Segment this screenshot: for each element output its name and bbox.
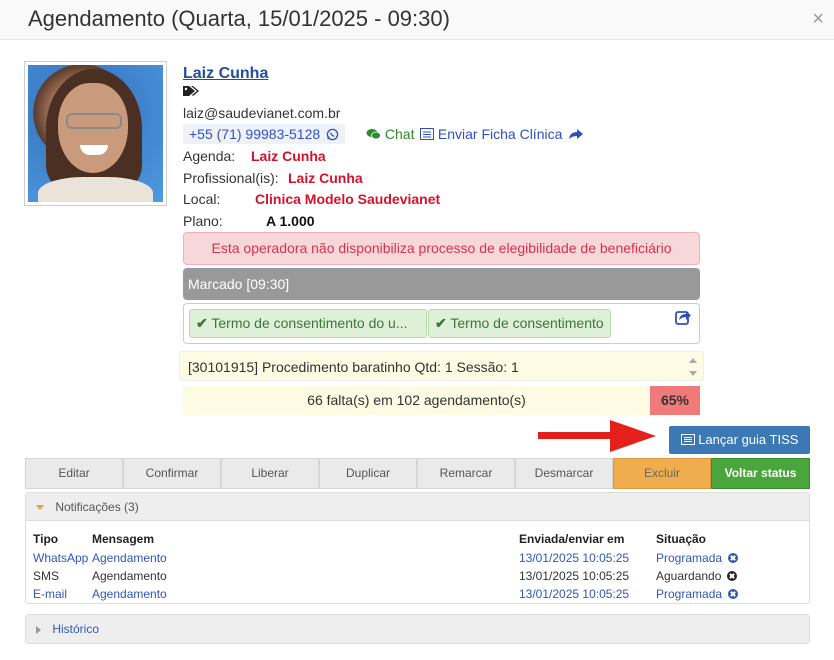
row-tipo[interactable]: E-mail [33, 585, 92, 603]
close-icon[interactable]: × [812, 8, 824, 31]
form-icon [420, 128, 434, 140]
consent-button-2[interactable]: ✔ Termo de consentimento [428, 309, 611, 338]
row-tipo: SMS [33, 569, 60, 583]
cancel-appointment-button[interactable]: Desmarcar [515, 458, 613, 489]
scroll-arrows-icon[interactable] [687, 355, 699, 379]
professional-label: Profissional(is): [183, 170, 279, 186]
row-data: 13/01/2025 10:05:25 [519, 587, 630, 601]
status-bar: Marcado [09:30] [183, 268, 700, 300]
caret-right-icon [36, 625, 41, 634]
situacao-text: Aguardando [656, 569, 722, 583]
row-tipo[interactable]: WhatsApp [33, 549, 92, 567]
tags-icon[interactable] [183, 85, 201, 97]
appointment-modal: Agendamento (Quarta, 15/01/2025 - 09:30)… [0, 0, 834, 660]
col-data: Enviada/enviar em [519, 532, 625, 546]
action-toolbar: Editar Confirmar Liberar Duplicar Remarc… [25, 458, 810, 489]
table-row: WhatsApp Agendamento 13/01/2025 10:05:25… [33, 549, 803, 567]
consent-label: Termo de consentimento [450, 315, 604, 331]
patient-photo [24, 61, 167, 206]
history-title: Histórico [52, 622, 100, 636]
row-mensagem[interactable]: Agendamento [92, 549, 519, 567]
cancel-icon[interactable] [727, 571, 738, 581]
notifications-table: Tipo Mensagem Enviada/enviar em Situação… [33, 529, 803, 603]
edit-button[interactable]: Editar [25, 458, 123, 489]
situacao-text: Programada [656, 587, 723, 601]
consent-panel: ✔ Termo de consentimento do u... ✔ Termo… [183, 303, 700, 344]
agenda-value: Laiz Cunha [251, 148, 326, 164]
row-mensagem[interactable]: Agendamento [92, 585, 519, 603]
history-panel: Histórico [25, 614, 810, 644]
notifications-panel: Notificações (3) Tipo Mensagem Enviada/e… [25, 492, 810, 604]
check-icon: ✔ [196, 315, 208, 331]
ficha-label: Enviar Ficha Clínica [437, 126, 563, 142]
whatsapp-icon [326, 128, 339, 141]
col-mensagem: Mensagem [92, 532, 155, 546]
professional-value: Laiz Cunha [288, 170, 363, 186]
procedure-text: [30101915] Procedimento baratinho Qtd: 1… [188, 359, 519, 375]
patient-email: laiz@saudevianet.com.br [183, 105, 341, 121]
duplicate-button[interactable]: Duplicar [319, 458, 417, 489]
modal-title: Agendamento (Quarta, 15/01/2025 - 09:30) [28, 6, 450, 31]
situacao-text: Programada [656, 551, 723, 565]
external-share-icon[interactable] [675, 309, 691, 325]
consent-button-1[interactable]: ✔ Termo de consentimento do u... [189, 309, 427, 338]
table-row: SMS Agendamento 13/01/2025 10:05:25 Agua… [33, 567, 803, 585]
col-tipo: Tipo [33, 532, 59, 546]
plano-value: A 1.000 [266, 213, 315, 229]
row-situacao: Programada [656, 585, 803, 603]
check-icon: ✔ [435, 315, 447, 331]
eligibility-alert: Esta operadora não disponibiliza process… [183, 232, 700, 265]
caret-down-icon [36, 505, 44, 511]
notifications-title: Notificações (3) [55, 500, 139, 514]
chat-link[interactable]: Chat [366, 126, 414, 142]
send-ficha-link[interactable]: Enviar Ficha Clínica [420, 126, 584, 142]
chat-label: Chat [384, 126, 415, 142]
local-value: Clinica Modelo Saudevianet [255, 191, 441, 207]
share-icon [569, 129, 584, 139]
history-header[interactable]: Histórico [26, 615, 809, 643]
avatar [28, 65, 163, 202]
absences-summary: 66 falta(s) em 102 agendamento(s) [183, 386, 650, 415]
consent-label: Termo de consentimento do u... [211, 315, 408, 331]
red-arrow-icon [538, 420, 656, 452]
tiss-label: Lançar guia TISS [698, 432, 799, 447]
launch-tiss-button[interactable]: Lançar guia TISS [669, 426, 810, 454]
row-situacao: Programada [656, 549, 803, 567]
release-button[interactable]: Liberar [221, 458, 319, 489]
agenda-label: Agenda: [183, 148, 236, 164]
procedure-item[interactable]: [30101915] Procedimento baratinho Qtd: 1… [179, 351, 704, 381]
chat-icon [366, 129, 381, 140]
phone-number: +55 (71) 99983-5128 [189, 126, 321, 142]
absences-percent: 65% [650, 386, 700, 415]
row-mensagem: Agendamento [92, 569, 167, 583]
confirm-button[interactable]: Confirmar [123, 458, 221, 489]
local-label: Local: [183, 191, 221, 207]
table-header-row: Tipo Mensagem Enviada/enviar em Situação [33, 529, 803, 549]
reschedule-button[interactable]: Remarcar [417, 458, 515, 489]
notifications-header[interactable]: Notificações (3) [26, 493, 809, 521]
modal-header: Agendamento (Quarta, 15/01/2025 - 09:30)… [0, 0, 834, 40]
patient-name-link[interactable]: Laiz Cunha [183, 65, 268, 83]
row-data: 13/01/2025 10:05:25 [519, 551, 630, 565]
patient-phone[interactable]: +55 (71) 99983-5128 [183, 124, 346, 144]
list-icon [680, 434, 695, 445]
revert-status-button[interactable]: Voltar status [711, 458, 810, 489]
delete-button[interactable]: Excluir [613, 458, 711, 489]
row-situacao: Aguardando [656, 567, 803, 585]
row-data: 13/01/2025 10:05:25 [519, 569, 630, 583]
plano-label: Plano: [183, 213, 223, 229]
cancel-icon[interactable] [728, 553, 739, 563]
cancel-icon[interactable] [728, 589, 739, 599]
table-row: E-mail Agendamento 13/01/2025 10:05:25 P… [33, 585, 803, 603]
col-situacao: Situação [656, 532, 707, 546]
